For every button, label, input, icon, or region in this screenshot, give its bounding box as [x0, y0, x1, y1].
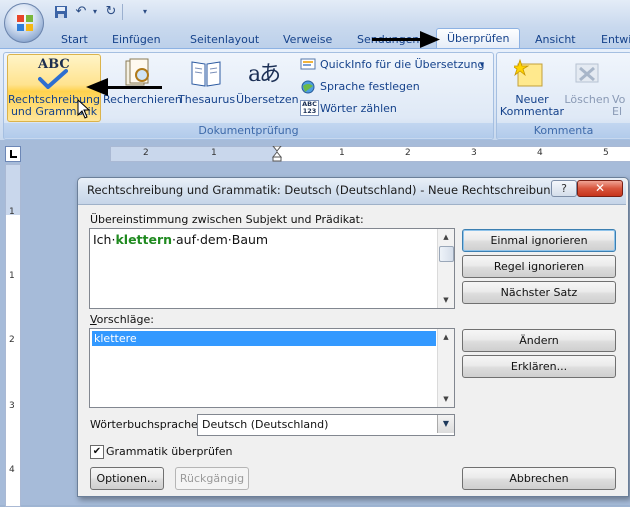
suggestions-scrollbar[interactable]: ▲ ▼	[437, 329, 454, 407]
delete-comment-icon	[575, 63, 599, 83]
explain-button[interactable]: Erklären...	[462, 355, 616, 378]
suggestions-label-text: orschläge:	[96, 313, 154, 326]
sentence-scrollbar[interactable]: ▲ ▼	[437, 229, 454, 308]
annotation-arrowhead-tab-icon	[420, 31, 440, 48]
help-button[interactable]: ?	[551, 180, 577, 197]
dictionary-label: Wörterbuchsprache:	[90, 418, 202, 431]
change-button[interactable]: Ändern	[462, 329, 616, 352]
dialog-title: Rechtschreibung und Grammatik: Deutsch (…	[87, 183, 558, 197]
dropdown-arrow-icon[interactable]: ▼	[437, 415, 454, 433]
close-button[interactable]: ✕	[577, 180, 623, 197]
undo-icon[interactable]: ↶	[74, 5, 88, 19]
mouse-cursor-icon	[77, 99, 91, 119]
sentence-before: Ich·	[93, 232, 116, 247]
tab-start[interactable]: Start	[61, 31, 88, 48]
office-logo-icon	[17, 15, 33, 31]
dictionary-value: Deutsch (Deutschland)	[202, 418, 329, 431]
scroll-up-icon[interactable]: ▲	[438, 229, 454, 245]
language-button[interactable]: Sprache festlegen	[320, 78, 420, 96]
ruler-number: 2	[9, 335, 15, 345]
tab-ansicht[interactable]: Ansicht	[535, 31, 576, 48]
undo-button: Rückgängig	[175, 467, 249, 490]
ruler-margin	[111, 147, 277, 161]
research-icon	[125, 58, 149, 86]
office-button[interactable]	[4, 3, 44, 43]
options-button[interactable]: Optionen...	[90, 467, 164, 490]
delete-comment-label: Löschen	[564, 93, 610, 106]
annotation-arrow-tab	[372, 38, 424, 41]
ignore-rule-button[interactable]: Regel ignorieren	[462, 255, 616, 278]
ruler-number: 2	[143, 148, 149, 158]
ruler-number: 3	[9, 401, 15, 411]
ruler-number: 4	[9, 465, 15, 475]
ruler-number: 3	[471, 148, 477, 158]
issue-label: Übereinstimmung zwischen Subjekt und Prä…	[90, 213, 364, 226]
ignore-once-button[interactable]: Einmal ignorieren	[462, 229, 616, 252]
grammar-checkbox[interactable]: ✔	[90, 445, 104, 459]
indent-marker-icon[interactable]	[272, 146, 282, 162]
cancel-button[interactable]: Abbrechen	[462, 467, 616, 490]
thesaurus-icon	[191, 61, 221, 87]
ruler-number: 1	[9, 207, 15, 217]
sentence-error-word: klettern	[115, 232, 173, 247]
new-comment-line2[interactable]: Kommentar	[499, 106, 565, 118]
vertical-ruler[interactable]: 1 1 2 3 4	[5, 164, 21, 507]
quickinfo-button[interactable]: QuickInfo für die Übersetzung	[320, 56, 484, 74]
ruler-number: 1	[9, 271, 15, 281]
annotation-arrowhead-spelling-icon	[86, 78, 108, 96]
tab-selector[interactable]	[5, 146, 21, 162]
tab-entwicklertools[interactable]: Entwi	[601, 31, 630, 48]
ruler-number: 1	[339, 148, 345, 158]
previous-comment-line2: El	[612, 105, 623, 118]
tab-einfuegen[interactable]: Einfügen	[112, 31, 161, 48]
suggestions-label: Vorschläge:	[90, 313, 154, 326]
scroll-up-icon[interactable]: ▲	[438, 329, 454, 345]
ruler-number: 2	[405, 148, 411, 158]
tab-seitenlayout[interactable]: Seitenlayout	[190, 31, 259, 48]
group-label-dokumentpruefung: Dokumentprüfung	[4, 123, 493, 138]
annotation-arrow-spelling	[106, 86, 162, 89]
customize-qat-icon[interactable]: ▾	[138, 5, 152, 19]
scroll-thumb[interactable]	[439, 246, 454, 262]
wordcount-icon: ABC 123	[300, 100, 319, 116]
tab-ueberpruefen[interactable]: Überprüfen	[436, 28, 521, 49]
wordcount-button[interactable]: Wörter zählen	[320, 100, 397, 118]
translate-icon: aあ	[248, 62, 281, 87]
horizontal-ruler[interactable]: 2 1 1 2 3 4 5	[110, 146, 630, 162]
scroll-down-icon[interactable]: ▼	[438, 391, 454, 407]
quickinfo-dropdown-icon[interactable]: ▾	[480, 56, 484, 74]
grammar-check-label: Grammatik überprüfen	[106, 445, 233, 458]
sentence-box[interactable]: Ich·klettern·auf·dem·Baum ▲ ▼	[89, 228, 455, 309]
next-sentence-button[interactable]: Nächster Satz	[462, 281, 616, 304]
new-comment-icon	[514, 58, 543, 87]
thesaurus-label[interactable]: Thesaurus	[178, 94, 235, 106]
ruler-number: 4	[537, 148, 543, 158]
group-label-kommentare: Kommenta	[497, 123, 630, 138]
quickinfo-icon	[300, 58, 316, 70]
sentence-after: ·auf·dem·Baum	[172, 232, 269, 247]
save-icon[interactable]	[54, 5, 68, 19]
redo-icon[interactable]: ↻	[104, 5, 118, 19]
ruler-number: 5	[603, 148, 609, 158]
checkmark-icon	[38, 69, 68, 89]
research-label[interactable]: Recherchieren	[103, 94, 182, 106]
ruler-number: 1	[211, 148, 217, 158]
suggestion-item[interactable]: klettere	[92, 331, 436, 346]
suggestions-list[interactable]: klettere ▲ ▼	[89, 328, 455, 408]
translate-label[interactable]: Übersetzen	[236, 94, 299, 106]
scroll-down-icon[interactable]: ▼	[438, 292, 454, 308]
tab-verweise[interactable]: Verweise	[283, 31, 332, 48]
dictionary-select[interactable]: Deutsch (Deutschland) ▼	[197, 414, 455, 436]
language-globe-icon	[301, 80, 315, 94]
sentence-text: Ich·klettern·auf·dem·Baum	[93, 232, 268, 247]
qat-divider	[122, 4, 123, 20]
undo-dropdown-icon[interactable]: ▾	[88, 5, 102, 19]
